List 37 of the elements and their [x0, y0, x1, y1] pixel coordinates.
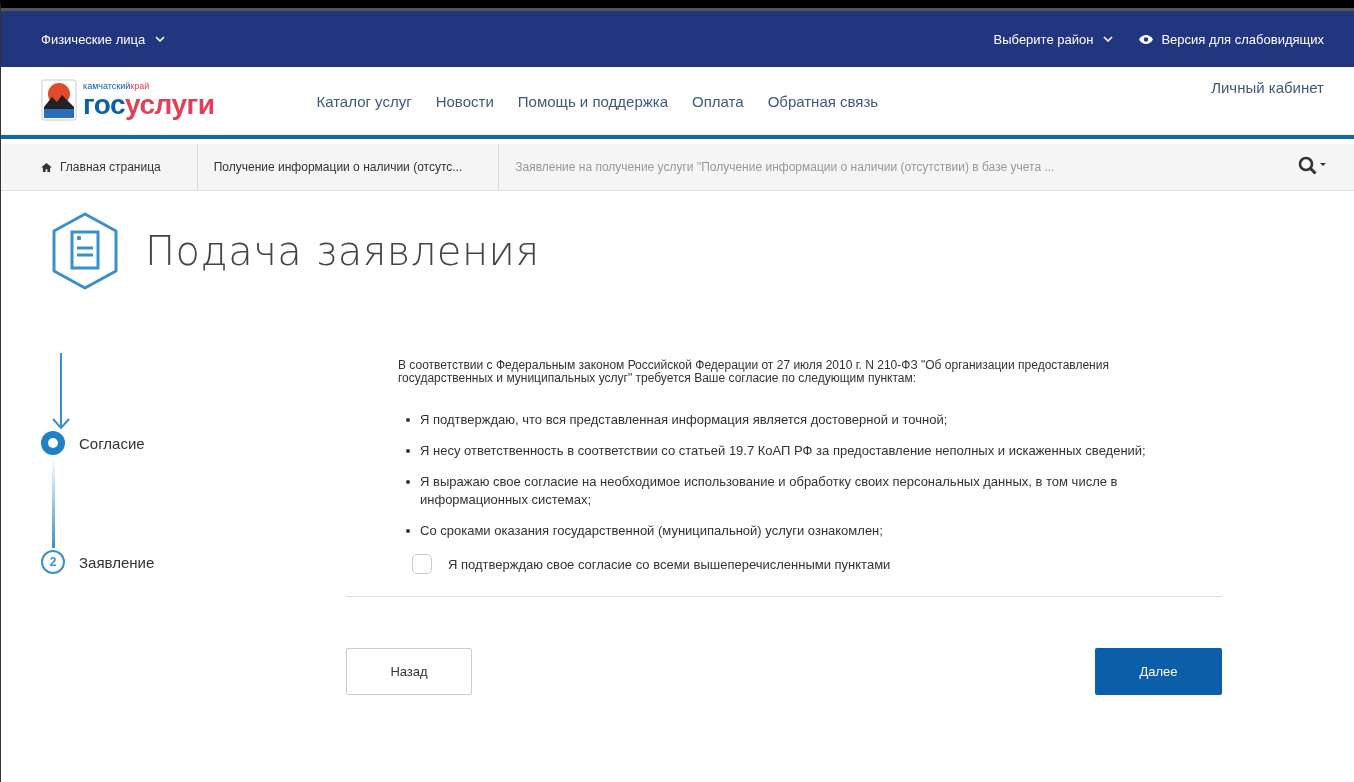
eye-icon — [1139, 34, 1154, 44]
breadcrumb-link[interactable]: Главная страница — [41, 144, 198, 190]
nav-link[interactable]: Новости — [435, 93, 494, 110]
logo-region-text: камчатскийкрай — [83, 81, 151, 91]
agreement-label: Я подтверждаю свое согласие со всеми вышеперечисленными пунктами — [448, 556, 891, 572]
arrow-down-icon — [51, 353, 71, 429]
nav-link[interactable]: Оплата — [692, 93, 744, 110]
home-icon — [41, 162, 52, 172]
breadcrumb-link[interactable]: Получение информации о наличии (отсутс... — [213, 144, 500, 190]
bullet-icon — [406, 418, 410, 422]
agreement-point: Я подтверждаю, что вся представленная информация является достоверной и точной; — [420, 411, 948, 429]
account-link[interactable]: Личный кабинет — [1211, 79, 1324, 96]
region-dropdown[interactable]: Выберите район — [993, 31, 1114, 47]
agreement-point: Со сроками оказания государственной (муниципальной) услуги ознакомлен; — [420, 522, 883, 540]
step-label: Согласие — [79, 434, 145, 452]
bullet-icon — [406, 529, 410, 533]
nav-link[interactable]: Каталог услуг — [316, 93, 412, 110]
bullet-icon — [406, 449, 410, 453]
step-label: Заявление — [79, 553, 155, 571]
back-button[interactable]: Назад — [346, 648, 472, 695]
accessibility-link[interactable]: Версия для слабовидящих — [1139, 31, 1324, 47]
audience-dropdown[interactable]: Физические лица — [41, 31, 166, 47]
step-indicator: 2 — [41, 550, 65, 574]
page-title: Подача заявления — [145, 228, 540, 274]
agreement-point: Я несу ответственность в соответствии со статьей 19.7 КоАП РФ за предоставление неполных и искаженных сведений; — [420, 442, 1146, 460]
bullet-icon — [406, 480, 410, 484]
logo-name-text: госуслуги — [83, 90, 215, 119]
next-button[interactable]: Далее — [1095, 648, 1222, 695]
chevron-down-icon — [1103, 36, 1114, 42]
nav-link[interactable]: Помощь и поддержка — [517, 93, 668, 110]
emblem-icon — [41, 79, 77, 121]
nav-link[interactable]: Обратная связь — [767, 93, 879, 110]
search-icon — [1298, 155, 1326, 176]
intro-paragraph: В соответствии с Федеральным законом Российской Федерации от 27 июля 2010 г. N 210-ФЗ "Об организации предоставления государственных и муниципальных услуг" требуется Ваше согласие по следующим пунктам: — [398, 359, 1110, 385]
chevron-down-icon — [155, 36, 166, 42]
agreement-point: Я выражаю свое согласие на необходимое использование и обработку своих персональных данных, в том числе в информационных системах; — [420, 473, 1119, 509]
agreement-checkbox[interactable] — [412, 554, 432, 574]
